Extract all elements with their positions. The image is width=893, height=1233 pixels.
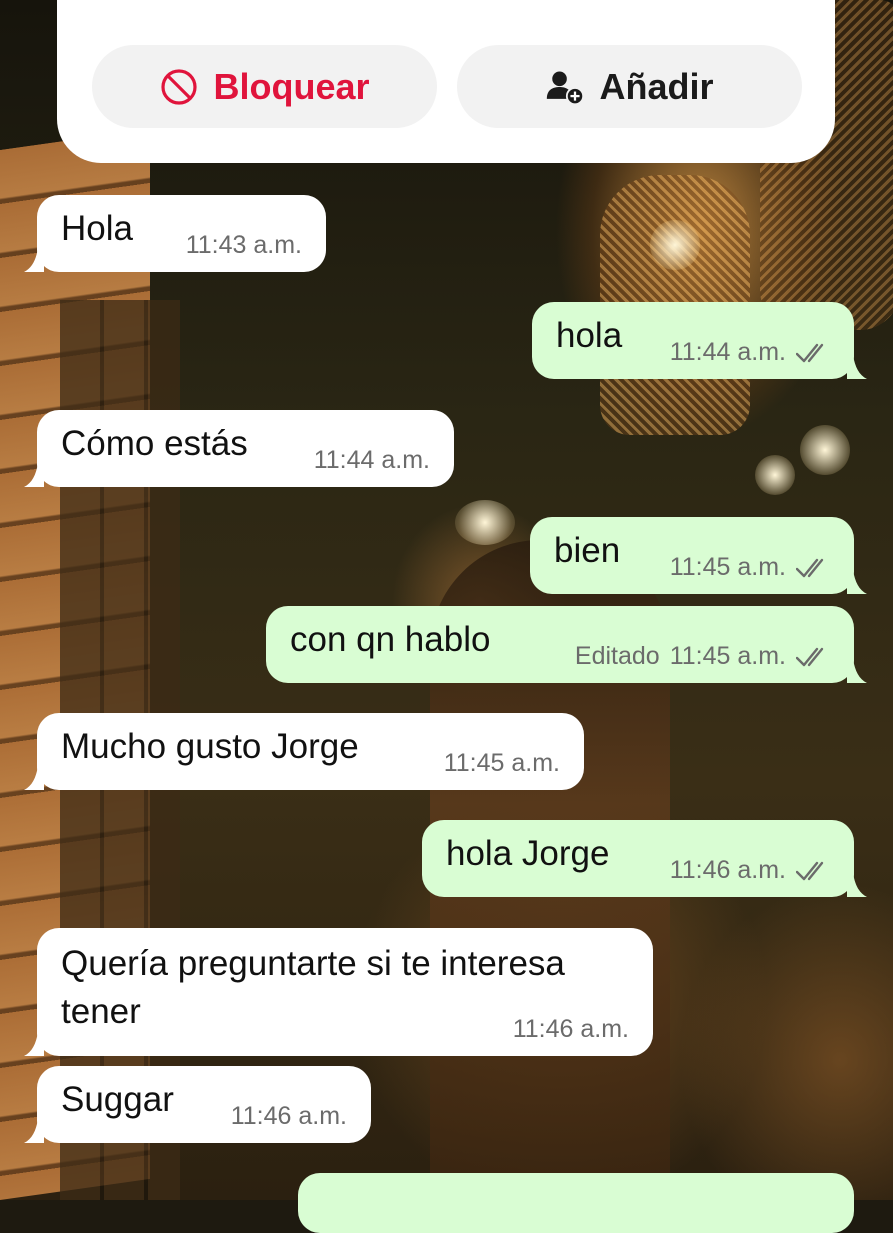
bubble-tail — [847, 355, 867, 379]
bubble-tail — [24, 463, 44, 487]
double-check-icon — [796, 342, 830, 364]
edited-label: Editado — [574, 642, 660, 670]
message-bubble-outgoing[interactable]: con qn hablo Editado 11:45 a.m. — [266, 606, 854, 683]
double-check-icon — [796, 646, 830, 668]
bubble-tail — [24, 1032, 44, 1056]
double-check-icon — [796, 557, 830, 579]
message-time: 11:45 a.m. — [443, 749, 560, 777]
message-time: 11:46 a.m. — [669, 856, 786, 884]
message-text: Mucho gusto Jorge — [61, 727, 359, 766]
message-text: Hola — [61, 209, 133, 248]
message-bubble-outgoing-partial[interactable] — [298, 1173, 854, 1233]
message-time: 11:44 a.m. — [313, 446, 430, 474]
message-bubble-incoming[interactable]: Mucho gusto Jorge 11:45 a.m. — [37, 713, 584, 790]
message-text: Suggar — [61, 1080, 174, 1119]
message-time: 11:44 a.m. — [669, 338, 786, 366]
message-time: 11:46 a.m. — [512, 1015, 629, 1043]
message-time: 11:45 a.m. — [669, 642, 786, 670]
message-time: 11:43 a.m. — [185, 231, 302, 259]
block-icon — [159, 67, 199, 107]
message-bubble-incoming[interactable]: Hola 11:43 a.m. — [37, 195, 326, 272]
bubble-tail — [847, 659, 867, 683]
bubble-tail — [847, 570, 867, 594]
block-button[interactable]: Bloquear — [92, 45, 437, 128]
message-text: hola — [556, 316, 623, 355]
add-label: Añadir — [599, 65, 714, 107]
message-text: con qn hablo — [290, 620, 491, 659]
block-label: Bloquear — [213, 65, 370, 107]
message-text: hola Jorge — [446, 834, 610, 873]
message-bubble-incoming[interactable]: Quería preguntarte si te interesa tener … — [37, 928, 653, 1056]
message-time: 11:45 a.m. — [669, 553, 786, 581]
message-bubble-incoming[interactable]: Suggar 11:46 a.m. — [37, 1066, 371, 1143]
bubble-tail — [24, 1119, 44, 1143]
message-bubble-outgoing[interactable]: hola Jorge 11:46 a.m. — [422, 820, 854, 897]
unknown-contact-card: Bloquear Añadir — [57, 0, 835, 163]
message-text: bien — [554, 531, 621, 570]
message-bubble-incoming[interactable]: Cómo estás 11:44 a.m. — [37, 410, 454, 487]
message-time: 11:46 a.m. — [230, 1102, 347, 1130]
add-contact-button[interactable]: Añadir — [457, 45, 802, 128]
bubble-tail — [24, 248, 44, 272]
message-text: Cómo estás — [61, 424, 248, 463]
message-bubble-outgoing[interactable]: bien 11:45 a.m. — [530, 517, 854, 594]
double-check-icon — [796, 860, 830, 882]
message-bubble-outgoing[interactable]: hola 11:44 a.m. — [532, 302, 854, 379]
bubble-tail — [847, 873, 867, 897]
bubble-tail — [24, 766, 44, 790]
add-contact-icon — [545, 67, 585, 107]
